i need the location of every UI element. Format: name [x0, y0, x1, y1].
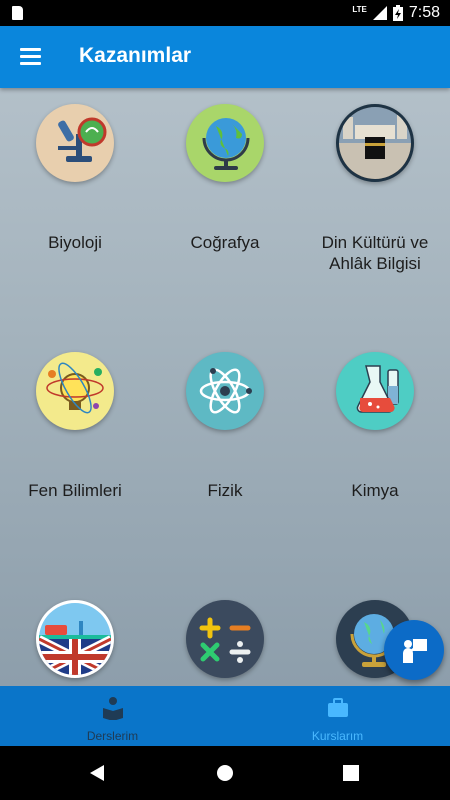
home-icon[interactable]: [216, 764, 234, 782]
sd-card-icon: [12, 6, 23, 20]
subject-card-ingilizce[interactable]: [0, 600, 150, 686]
subject-card-biyoloji[interactable]: Biyoloji: [0, 104, 150, 253]
fab-button[interactable]: [384, 620, 444, 680]
status-bar: LTE 7:58: [0, 0, 450, 26]
subject-label: Kimya: [351, 481, 399, 500]
subject-label: Biyoloji: [48, 233, 102, 252]
page-title: Kazanımlar: [79, 44, 192, 67]
back-icon[interactable]: [88, 764, 106, 782]
system-navigation-bar: [0, 746, 450, 800]
teacher-board-icon: [403, 639, 427, 663]
math-operations-icon: [186, 600, 264, 678]
nav-kurslarim[interactable]: Kurslarım: [225, 686, 450, 746]
flask-icon: [336, 352, 414, 430]
subject-label: Fen Bilimleri: [28, 481, 122, 500]
nav-label: Derslerim: [86, 729, 139, 743]
recents-icon[interactable]: [343, 765, 359, 781]
nav-label: Kurslarım: [311, 729, 364, 743]
subject-label: Fizik: [207, 481, 243, 500]
nav-derslerim[interactable]: Derslerim: [0, 686, 225, 746]
lightbulb-science-icon: [36, 352, 114, 430]
subject-card-kimya[interactable]: Kimya: [300, 352, 450, 501]
atom-icon: [186, 352, 264, 430]
microscope-icon: [36, 104, 114, 182]
subject-card-cografya[interactable]: Coğrafya: [150, 104, 300, 253]
subject-card-fizik[interactable]: Fizik: [150, 352, 300, 501]
kaaba-icon: [336, 104, 414, 182]
network-type: LTE: [352, 4, 367, 14]
app-bar: Kazanımlar: [0, 26, 450, 88]
subject-label: Coğrafya: [190, 233, 260, 252]
battery-charging-icon: [392, 5, 403, 21]
briefcase-icon: [327, 698, 348, 717]
london-flag-icon: [36, 600, 114, 678]
subject-grid: Biyoloji Coğrafya Din Kültürü ve Ahlâk B…: [0, 88, 450, 686]
globe-icon: [186, 104, 264, 182]
subject-label: Din Kültürü ve Ahlâk Bilgisi: [321, 233, 429, 273]
subject-card-din-kulturu[interactable]: Din Kültürü ve Ahlâk Bilgisi: [300, 104, 450, 274]
clock: 7:58: [408, 4, 440, 21]
bottom-navigation: Derslerim Kurslarım: [0, 686, 450, 746]
subject-card-fen-bilimleri[interactable]: Fen Bilimleri: [0, 352, 150, 501]
menu-icon[interactable]: [20, 48, 41, 65]
reading-book-icon: [102, 697, 123, 721]
subject-card-matematik[interactable]: [150, 600, 300, 686]
signal-icon: [372, 6, 387, 20]
